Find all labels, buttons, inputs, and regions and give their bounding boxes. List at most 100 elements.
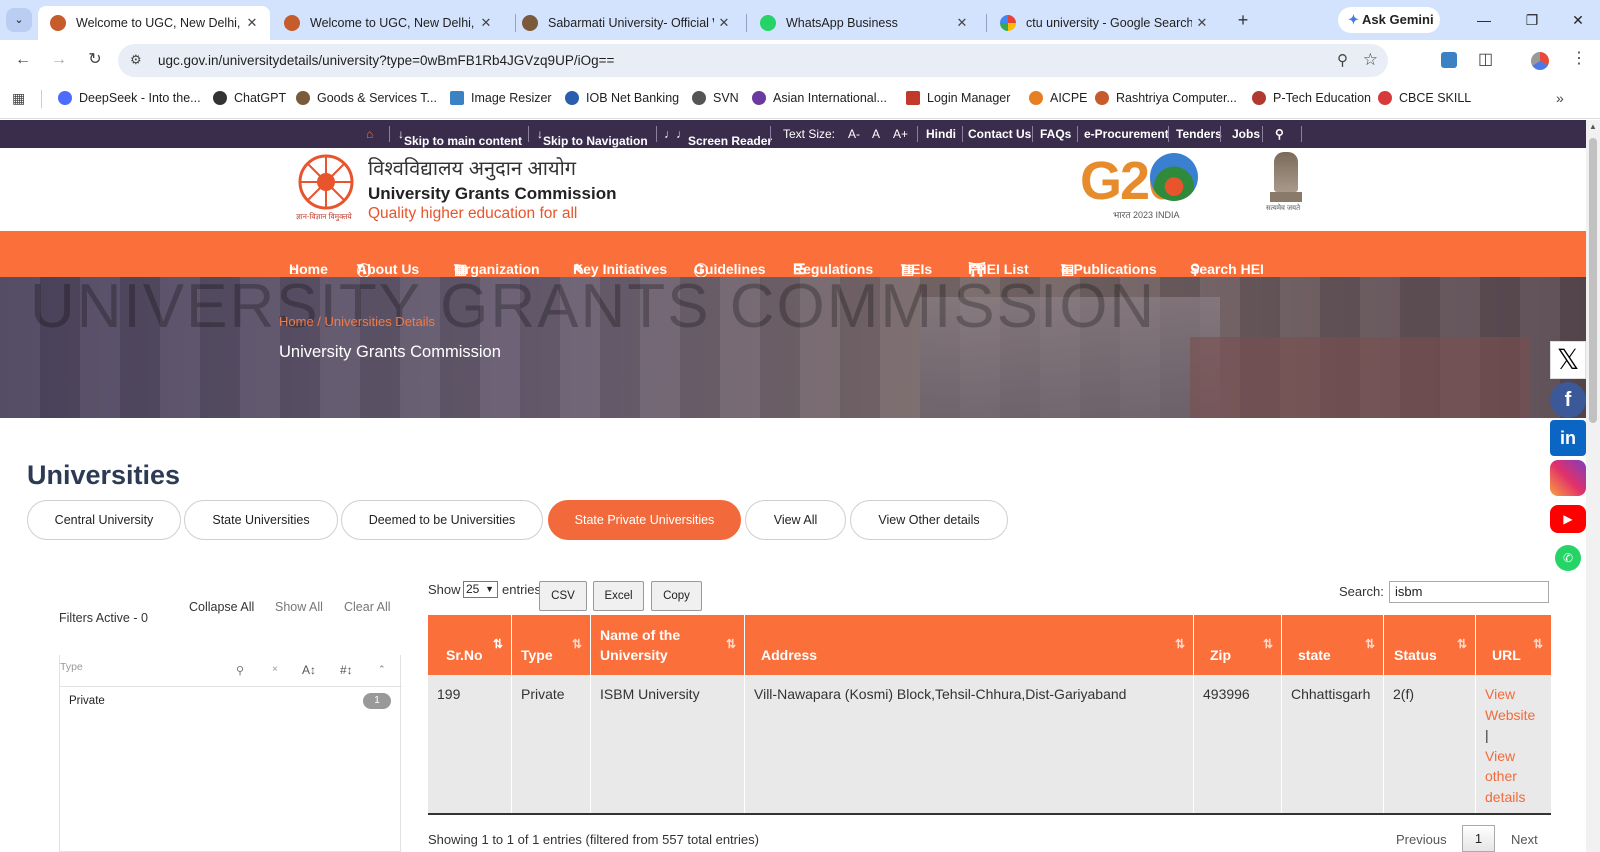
sort-numeric-icon[interactable]: #↕ <box>340 663 353 677</box>
show-all-link[interactable]: Show All <box>275 600 323 614</box>
skip-navigation-link[interactable]: ↓ Skip to Navigation <box>537 127 648 148</box>
text-size-large-button[interactable]: A+ <box>893 127 908 141</box>
bookmark-svn[interactable]: SVN <box>692 91 739 105</box>
apps-grid-icon[interactable]: ▦ <box>12 90 25 107</box>
column-header-status[interactable]: Status ⇅ <box>1384 615 1476 675</box>
bookmark-aicpe[interactable]: AICPE <box>1029 91 1088 105</box>
extensions-puzzle-icon[interactable]: ◫ <box>1478 49 1493 69</box>
minimize-window-icon[interactable]: — <box>1464 8 1504 32</box>
restore-window-icon[interactable]: ❐ <box>1512 8 1552 32</box>
view-website-link[interactable]: View Website <box>1485 684 1545 725</box>
jobs-link[interactable]: Jobs <box>1232 127 1260 141</box>
faqs-link[interactable]: FAQs <box>1040 127 1071 141</box>
chrome-menu-icon[interactable]: ⋮ <box>1571 48 1587 68</box>
scroll-up-arrow-icon[interactable]: ▲ <box>1589 122 1597 131</box>
ugc-logo-icon[interactable] <box>292 152 360 212</box>
bookmark-cbce[interactable]: CBCE SKILL <box>1378 91 1471 105</box>
tenders-link[interactable]: Tenders <box>1176 127 1222 141</box>
view-other-details-tab[interactable]: View Other details <box>850 500 1008 540</box>
browser-tab-google[interactable]: ctu university - Google Search ✕ <box>988 6 1220 40</box>
collapse-chevron-icon[interactable]: ⌃ <box>378 664 386 675</box>
bookmark-ptech[interactable]: P-Tech Education <box>1252 91 1371 105</box>
browser-tab-ugc-2[interactable]: Welcome to UGC, New Delhi, In ✕ <box>272 6 504 40</box>
central-university-tab[interactable]: Central University <box>27 500 181 540</box>
previous-page-button[interactable]: Previous <box>1396 832 1447 847</box>
youtube-icon[interactable]: ▶ <box>1550 505 1586 533</box>
sort-alpha-icon[interactable]: A↕ <box>302 663 316 677</box>
close-window-icon[interactable]: ✕ <box>1558 8 1598 32</box>
address-bar[interactable]: ⚙ ugc.gov.in/universitydetails/universit… <box>118 44 1388 77</box>
facebook-icon[interactable]: f <box>1550 382 1586 418</box>
column-header-url[interactable]: URL ⇅ <box>1476 615 1551 675</box>
zoom-icon[interactable]: ⚲ <box>1337 51 1348 69</box>
reload-icon[interactable]: ↻ <box>83 48 107 72</box>
back-icon[interactable]: ← <box>11 48 35 72</box>
deemed-universities-tab[interactable]: Deemed to be Universities <box>341 500 543 540</box>
column-header-zip[interactable]: Zip ⇅ <box>1194 615 1282 675</box>
more-bookmarks-chevron-icon[interactable]: » <box>1556 90 1564 106</box>
hindi-link[interactable]: Hindi <box>926 127 956 141</box>
url-text: ugc.gov.in/universitydetails/university?… <box>158 53 615 68</box>
scrollbar-thumb[interactable] <box>1589 138 1597 423</box>
collapse-all-link[interactable]: Collapse All <box>189 600 254 614</box>
new-tab-button[interactable]: + <box>1232 9 1254 31</box>
bookmark-image-resizer[interactable]: Image Resizer <box>450 91 552 105</box>
extension-photo-icon[interactable] <box>1441 52 1457 68</box>
entries-select[interactable]: 25 ▼ <box>463 581 498 598</box>
view-other-details-link[interactable]: View other details <box>1485 746 1535 808</box>
table-search-input[interactable]: isbm <box>1389 581 1549 603</box>
x-twitter-icon[interactable]: 𝕏 <box>1550 341 1586 379</box>
view-all-tab[interactable]: View All <box>745 500 846 540</box>
bookmark-deepseek[interactable]: DeepSeek - Into the... <box>58 91 201 105</box>
close-tab-icon[interactable]: ✕ <box>952 15 972 31</box>
ask-gemini-button[interactable]: ✦ Ask Gemini <box>1338 7 1440 33</box>
bookmark-gst[interactable]: Goods & Services T... <box>296 91 437 105</box>
search-icon[interactable]: ⚲ <box>1275 127 1284 141</box>
column-header-state[interactable]: state ⇅ <box>1282 615 1384 675</box>
bookmark-chatgpt[interactable]: ChatGPT <box>213 91 286 105</box>
excel-button[interactable]: Excel <box>593 581 644 611</box>
text-size-normal-button[interactable]: A <box>872 127 880 141</box>
bookmark-iob[interactable]: IOB Net Banking <box>565 91 679 105</box>
bookmark-star-icon[interactable]: ☆ <box>1363 50 1378 70</box>
skip-main-content-link[interactable]: ↓ Skip to main content <box>398 127 522 148</box>
page-scrollbar[interactable]: ▲ <box>1586 120 1600 852</box>
csv-button[interactable]: CSV <box>539 581 587 611</box>
profile-avatar[interactable] <box>1531 52 1549 70</box>
column-header-srno[interactable]: Sr.No ⇅ <box>428 615 512 675</box>
column-header-name[interactable]: Name of the University ⇅ <box>591 615 745 675</box>
linkedin-icon[interactable]: in <box>1550 420 1586 456</box>
text-size-small-button[interactable]: A- <box>848 127 860 141</box>
screen-reader-link[interactable]: ♩♩ Screen Reader <box>664 127 772 148</box>
breadcrumb[interactable]: Home / Universities Details <box>279 314 435 329</box>
whatsapp-icon[interactable]: ✆ <box>1555 545 1581 571</box>
column-header-type[interactable]: Type ⇅ <box>512 615 591 675</box>
site-info-icon[interactable]: ⚙ <box>130 52 142 68</box>
page-1-button[interactable]: 1 <box>1462 825 1495 852</box>
browser-tab-sabarmati[interactable]: Sabarmati University- Official W ✕ <box>510 6 742 40</box>
browser-tab-ugc-1[interactable]: Welcome to UGC, New Delhi, In ✕ <box>38 6 270 40</box>
bookmark-rashtriya[interactable]: Rashtriya Computer... <box>1095 91 1237 105</box>
instagram-icon[interactable] <box>1550 460 1586 496</box>
e-procurement-link[interactable]: e-Procurement <box>1084 127 1169 141</box>
close-tab-icon[interactable]: ✕ <box>476 15 496 31</box>
clear-all-link[interactable]: Clear All <box>344 600 391 614</box>
copy-button[interactable]: Copy <box>651 581 702 611</box>
home-icon[interactable]: ⌂ <box>366 127 373 141</box>
close-tab-icon[interactable]: ✕ <box>714 15 734 31</box>
tab-search-button[interactable]: ⌄ <box>6 8 32 32</box>
filter-option-private[interactable]: Private 1 <box>61 688 401 714</box>
bookmark-asian-international[interactable]: Asian International... <box>752 91 887 105</box>
bookmark-login-manager[interactable]: Login Manager <box>906 91 1010 105</box>
search-icon[interactable]: ⚲ <box>236 664 244 677</box>
contact-us-link[interactable]: Contact Us <box>968 127 1031 141</box>
browser-tab-whatsapp[interactable]: WhatsApp Business ✕ <box>748 6 980 40</box>
forward-icon[interactable]: → <box>47 48 71 72</box>
clear-icon[interactable]: × <box>272 664 278 675</box>
close-tab-icon[interactable]: ✕ <box>242 15 262 31</box>
next-page-button[interactable]: Next <box>1511 832 1538 847</box>
state-universities-tab[interactable]: State Universities <box>184 500 338 540</box>
close-tab-icon[interactable]: ✕ <box>1192 15 1212 31</box>
column-header-address[interactable]: Address ⇅ <box>745 615 1194 675</box>
state-private-universities-tab[interactable]: State Private Universities <box>548 500 741 540</box>
